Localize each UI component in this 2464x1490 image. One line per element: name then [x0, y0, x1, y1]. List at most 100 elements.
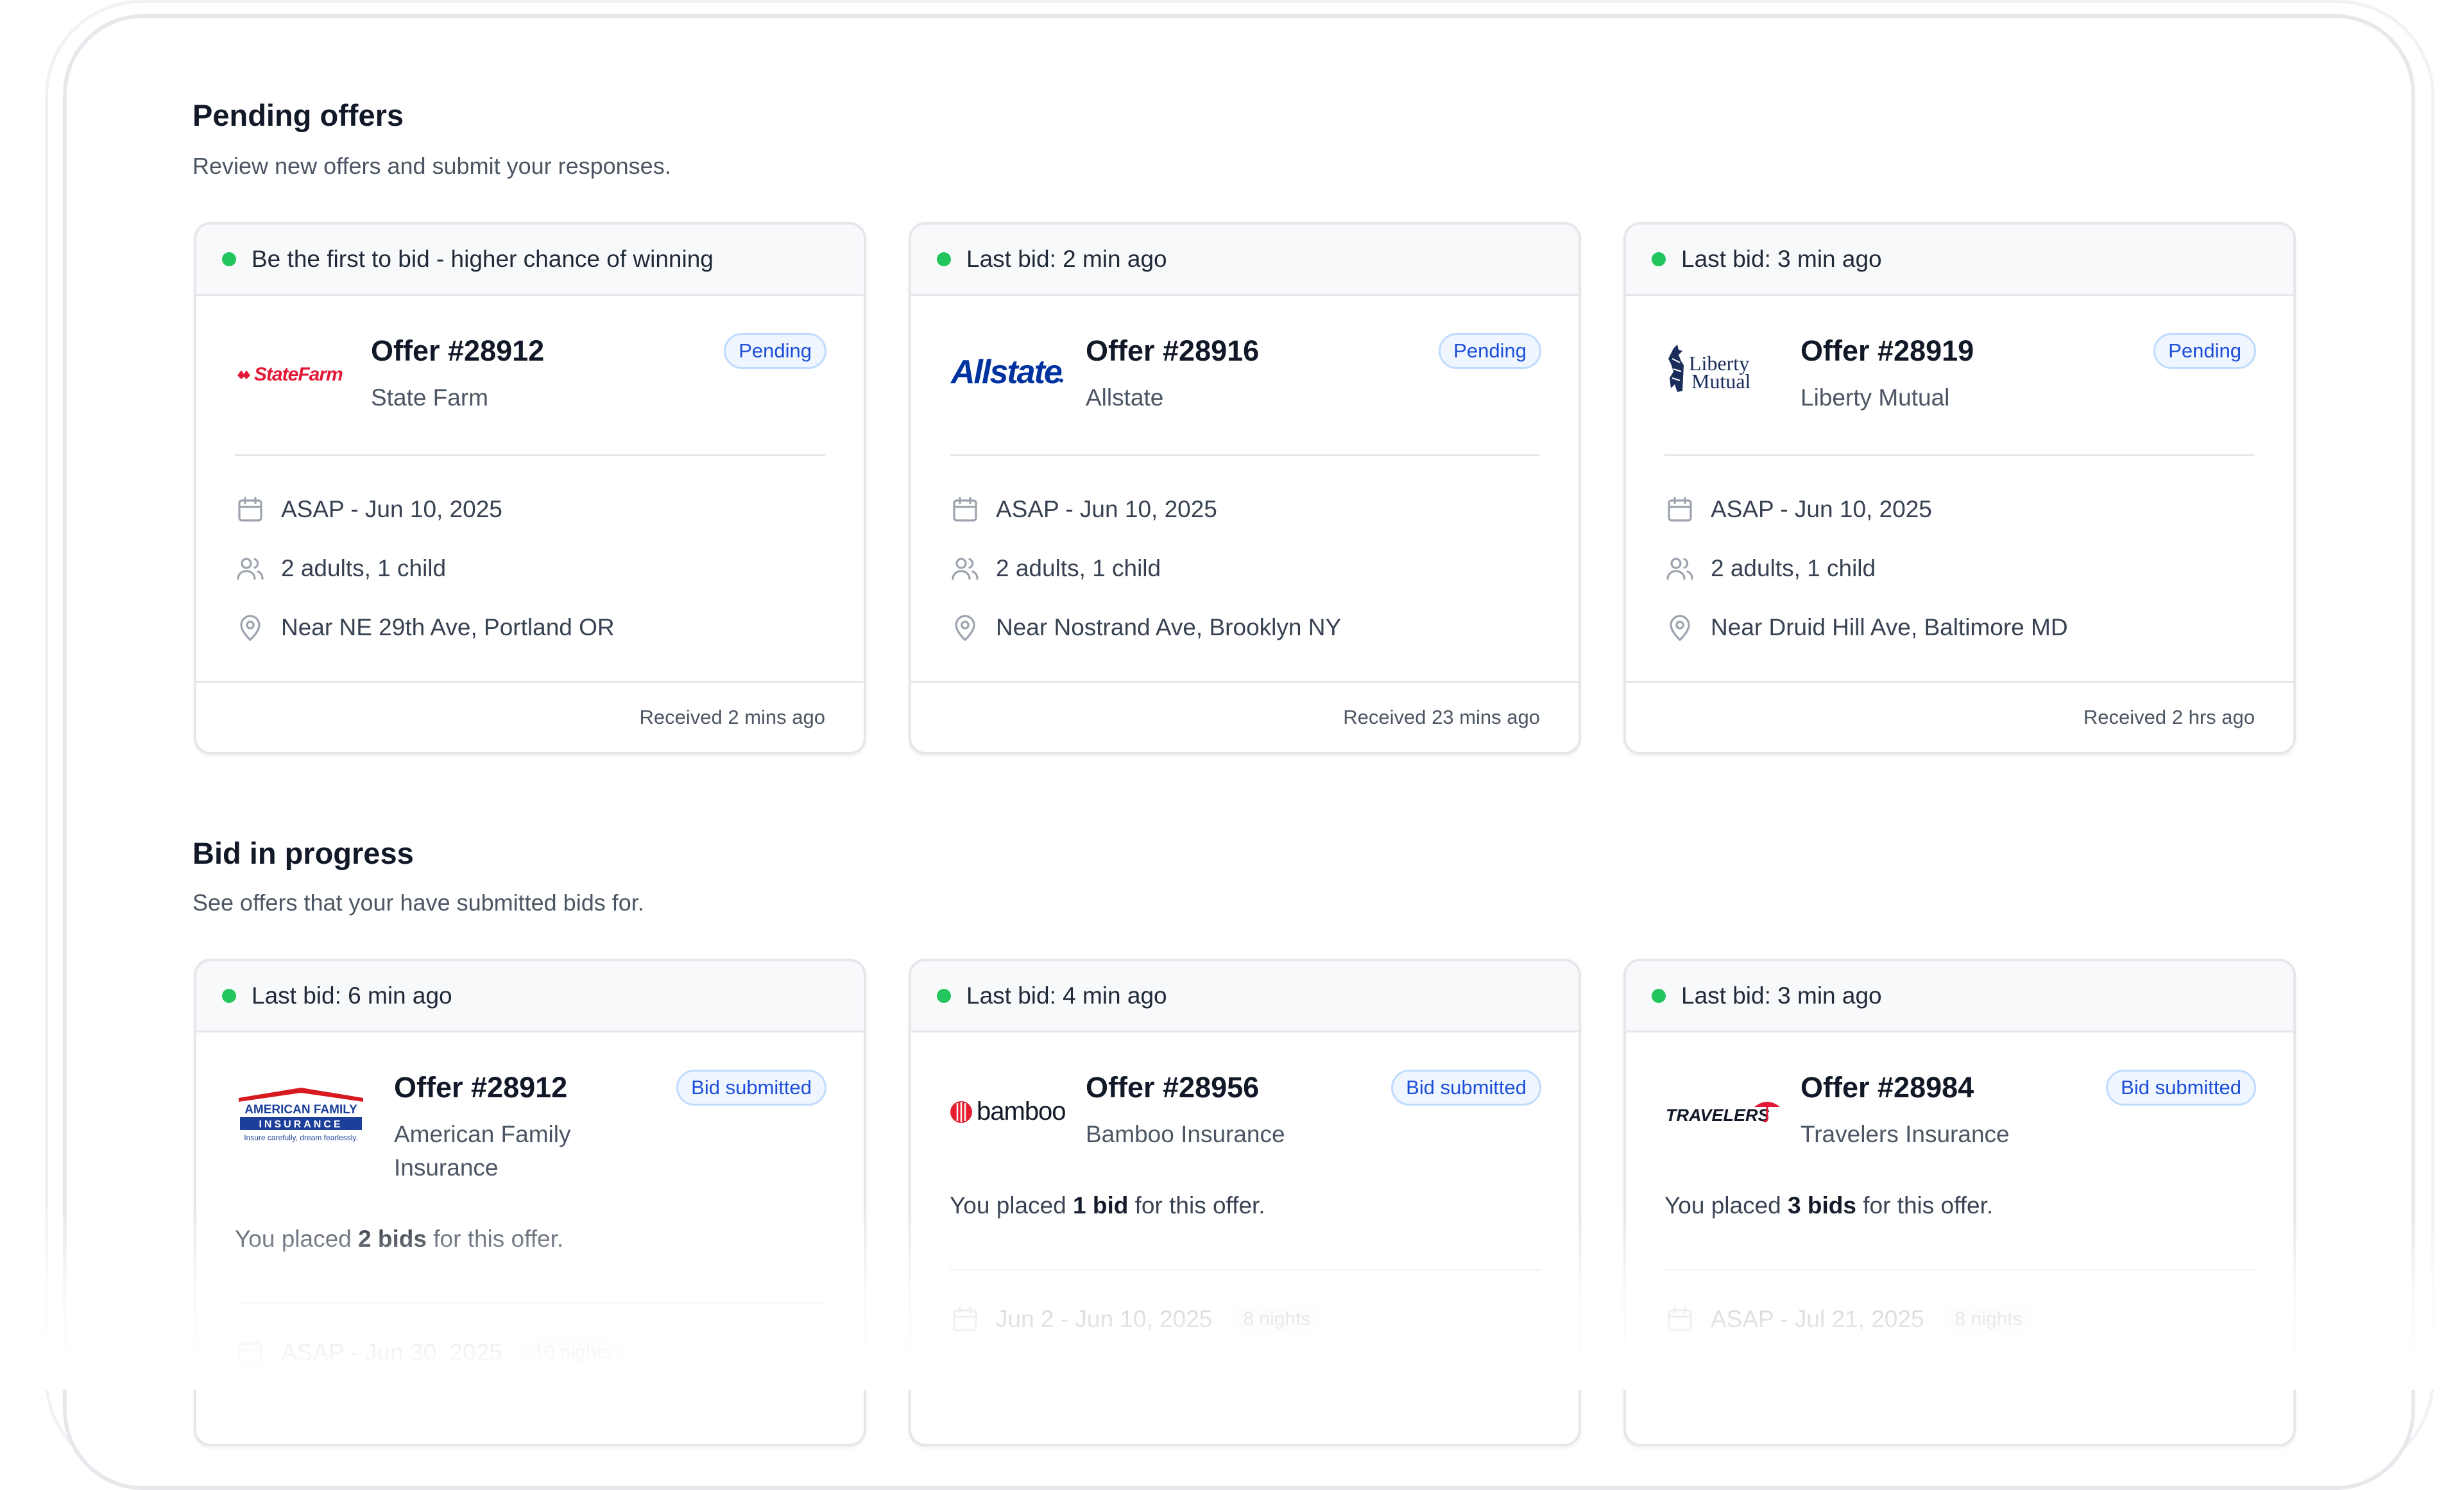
guest-count-text: 2 adults, 1 child: [1711, 1365, 1876, 1391]
location: Near NE 29th Ave, Portland OR: [235, 612, 615, 643]
allstate-logo: Allstate: [950, 354, 1063, 391]
bids-placed-text: You placed 3 bids for this offer.: [1664, 1192, 1993, 1219]
guest-count-text: 2 adults, 1 child: [281, 555, 447, 581]
date-range-text: Jun 2 - Jun 10, 2025: [996, 1306, 1213, 1332]
company-name-line1: American Family: [394, 1121, 571, 1147]
liberty-mutual-logo: Liberty Mutual: [1668, 345, 1751, 393]
bids-placed-count: 1 bid: [1073, 1192, 1129, 1219]
nights-badge: 10 nights: [521, 1339, 623, 1366]
bids-placed-text: You placed 1 bid for this offer.: [950, 1192, 1265, 1219]
pending-offers-title: Pending offers: [193, 98, 404, 132]
calendar-icon: [1668, 497, 1692, 522]
bids-placed-suffix: for this offer.: [1128, 1192, 1265, 1219]
location: Near Druid Hill Ave, Baltimore MD: [1664, 612, 2068, 643]
received-time: Received 2 hrs ago: [1626, 681, 2293, 752]
location: Near Nostrand Ave, Brooklyn NY: [950, 612, 1341, 643]
date-range-text: ASAP - Jun 10, 2025: [1711, 496, 1932, 522]
bamboo-logo: bamboo: [950, 1097, 1066, 1126]
offer-card[interactable]: Be the first to bid - higher chance of w…: [194, 222, 866, 755]
location-text: Near Druid Hill Ave, Baltimore MD: [1711, 614, 2068, 640]
bid-card[interactable]: Last bid: 4 min ago bamboo Offer #28956 …: [909, 959, 1581, 1446]
bid-in-progress-subtitle: See offers that your have submitted bids…: [193, 889, 644, 916]
card-header: Last bid: 4 min ago: [911, 961, 1579, 1032]
bids-placed-count: 2 bids: [358, 1226, 427, 1252]
calendar-icon: [238, 1340, 262, 1365]
divider: [1664, 1269, 2255, 1271]
date-range-text: ASAP - Jun 10, 2025: [281, 496, 502, 522]
company-name: American Family Insurance: [394, 1118, 571, 1185]
guest-count: 2 adults, 1 child: [950, 1363, 1161, 1394]
liberty-wordmark-line2: Mutual: [1691, 370, 1751, 393]
travelers-wordmark: TRAVELERS: [1666, 1106, 1770, 1125]
offer-number: Offer #28956: [1086, 1071, 1260, 1104]
guest-count: 2 adults, 1 child: [235, 553, 446, 584]
amfam-wordmark-line1: AMERICAN FAMILY: [244, 1103, 357, 1117]
amfam-tagline: Insure carefully, dream fearlessly.: [244, 1133, 358, 1142]
guest-count: 2 adults, 1 child: [950, 553, 1161, 584]
state-farm-logo: StateFarm: [237, 364, 343, 385]
status-badge: Pending: [2153, 333, 2256, 369]
divider: [235, 1303, 825, 1305]
map-pin-icon: [240, 615, 261, 642]
bid-status-text: Last bid: 4 min ago: [966, 982, 1167, 1009]
status-dot: [1652, 252, 1666, 266]
pending-offers-subtitle: Review new offers and submit your respon…: [193, 153, 671, 179]
bamboo-wordmark: bamboo: [977, 1097, 1066, 1126]
allstate-wordmark: Allstate: [950, 354, 1062, 391]
received-time: Received 2 mins ago: [196, 681, 864, 752]
status-dot: [937, 989, 951, 1003]
calendar-icon: [238, 497, 262, 522]
status-badge: Bid submitted: [1391, 1070, 1541, 1106]
status-badge: Bid submitted: [676, 1070, 826, 1106]
bids-placed-suffix: for this offer.: [1856, 1192, 1994, 1219]
divider: [950, 1269, 1540, 1271]
bids-placed-text: You placed 2 bids for this offer.: [235, 1226, 563, 1253]
received-time: Received 23 mins ago: [911, 681, 1579, 752]
bids-placed-prefix: You placed: [1664, 1192, 1788, 1219]
offer-card[interactable]: Last bid: 3 min ago Liberty Mutual Offer…: [1623, 222, 2296, 755]
bid-card[interactable]: Last bid: 6 min ago AMERICAN FAMILY INSU…: [194, 959, 866, 1446]
date-range: ASAP - Jun 30, 2025 10 nights: [235, 1337, 623, 1368]
status-badge: Pending: [724, 333, 826, 369]
calendar-icon: [953, 1306, 977, 1332]
card-header: Be the first to bid - higher chance of w…: [196, 225, 864, 296]
users-icon: [1666, 558, 1693, 580]
status-badge: Pending: [1439, 333, 1541, 369]
location-text: Near NE 29th Ave, Portland OR: [281, 614, 615, 640]
date-range-text: ASAP - Jun 30, 2025: [281, 1339, 502, 1366]
status-dot: [937, 252, 951, 266]
travelers-logo: TRAVELERS: [1666, 1102, 1780, 1125]
offer-number: Offer #28912: [394, 1071, 568, 1104]
bids-placed-suffix: for this offer.: [426, 1226, 564, 1252]
company-name: Bamboo Insurance: [1086, 1121, 1285, 1147]
guest-count-text: 2 adults, 1 child: [996, 555, 1161, 581]
bids-placed-count: 3 bids: [1788, 1192, 1856, 1219]
date-range: ASAP - Jun 10, 2025: [235, 494, 502, 525]
calendar-icon: [1668, 1306, 1692, 1332]
bid-in-progress-title: Bid in progress: [193, 836, 414, 870]
nights-badge: 8 nights: [1231, 1306, 1322, 1333]
bid-status-text: Be the first to bid - higher chance of w…: [252, 246, 714, 272]
date-range: ASAP - Jun 10, 2025: [1664, 494, 1932, 525]
users-icon: [952, 1367, 979, 1390]
divider: [235, 454, 825, 456]
location-text: Near Nostrand Ave, Brooklyn NY: [996, 614, 1342, 640]
date-range: ASAP - Jul 21, 2025 8 nights: [1664, 1304, 2034, 1335]
bid-status-text: Last bid: 2 min ago: [966, 246, 1167, 272]
offer-card[interactable]: Last bid: 2 min ago Allstate Offer #2891…: [909, 222, 1581, 755]
map-pin-icon: [955, 615, 975, 642]
guest-count-text: 2 adults, 1 child: [996, 1365, 1161, 1391]
offer-number: Offer #28984: [1801, 1071, 1974, 1104]
bid-status-text: Last bid: 6 min ago: [252, 982, 452, 1009]
bid-status-text: Last bid: 3 min ago: [1681, 982, 1882, 1009]
date-range-text: ASAP - Jul 21, 2025: [1711, 1306, 1924, 1332]
bid-status-text: Last bid: 3 min ago: [1681, 246, 1882, 272]
card-header: Last bid: 3 min ago: [1626, 225, 2293, 296]
bid-card[interactable]: Last bid: 3 min ago TRAVELERS Offer #289…: [1623, 959, 2296, 1446]
status-badge: Bid submitted: [2106, 1070, 2256, 1106]
offer-number: Offer #28912: [371, 334, 545, 367]
status-dot: [222, 989, 236, 1003]
users-icon: [1666, 1367, 1693, 1390]
company-name: Travelers Insurance: [1801, 1121, 2010, 1147]
date-range-text: ASAP - Jun 10, 2025: [996, 496, 1217, 522]
